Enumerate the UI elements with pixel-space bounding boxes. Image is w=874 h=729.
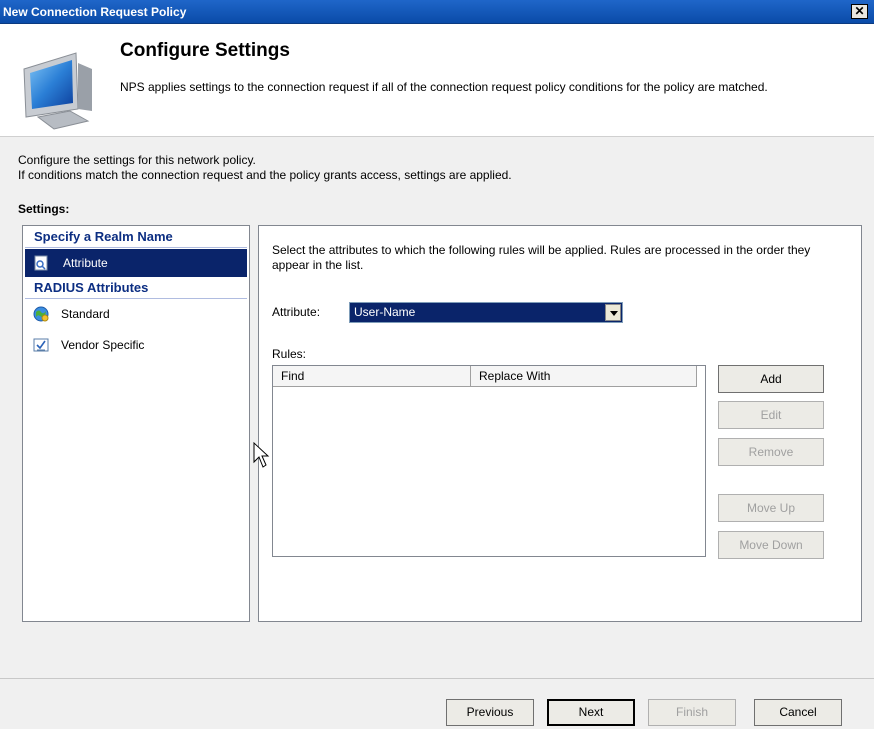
attribute-select[interactable]: User-Name [349,302,623,323]
attribute-select-value: User-Name [354,305,416,319]
attribute-label: Attribute: [272,305,321,319]
column-header-replace-with[interactable]: Replace With [471,366,697,387]
sidebar-item-label: Vendor Specific [61,338,145,352]
intro-line-1: Configure the settings for this network … [18,153,256,167]
close-button[interactable]: ✕ [851,4,868,19]
footer-divider [0,678,874,679]
edit-button[interactable]: Edit [718,401,824,429]
move-up-button[interactable]: Move Up [718,494,824,522]
sidebar-item-standard[interactable]: Standard [23,299,249,330]
sidebar-item-vendor-specific[interactable]: Vendor Specific [23,330,249,361]
page-title: Configure Settings [120,40,290,61]
add-button[interactable]: Add [718,365,824,393]
remove-button[interactable]: Remove [718,438,824,466]
attribute-document-icon [34,255,48,271]
rules-table[interactable]: Find Replace With [272,365,706,557]
rules-label: Rules: [272,347,307,361]
settings-nav-pane: Specify a Realm Name Attribute RADIUS At… [22,225,250,622]
settings-detail-pane: Select the attributes to which the follo… [258,225,862,622]
checkbox-icon [33,338,49,352]
computer-monitor-icon [23,52,92,130]
globe-icon [33,306,49,322]
wizard-header: Configure Settings NPS applies settings … [0,24,874,137]
page-description: NPS applies settings to the connection r… [120,80,768,94]
cancel-button[interactable]: Cancel [754,699,842,726]
close-icon: ✕ [854,4,865,18]
settings-label: Settings: [18,202,70,216]
column-header-find[interactable]: Find [273,366,471,387]
next-button[interactable]: Next [547,699,635,726]
intro-text: Configure the settings for this network … [18,153,512,183]
mouse-pointer-icon [253,442,270,468]
move-down-button[interactable]: Move Down [718,531,824,559]
finish-button[interactable]: Finish [648,699,736,726]
sidebar-item-attribute[interactable]: Attribute [25,249,247,277]
sidebar-item-label: Standard [61,307,110,321]
window-titlebar: New Connection Request Policy ✕ [0,0,874,24]
chevron-down-icon[interactable] [605,304,621,321]
window-title: New Connection Request Policy [3,5,187,19]
rules-description: Select the attributes to which the follo… [272,243,811,272]
group-header-realm: Specify a Realm Name [25,226,247,248]
intro-line-2: If conditions match the connection reque… [18,168,512,182]
sidebar-item-label: Attribute [63,256,108,270]
previous-button[interactable]: Previous [446,699,534,726]
group-header-radius: RADIUS Attributes [25,277,247,299]
